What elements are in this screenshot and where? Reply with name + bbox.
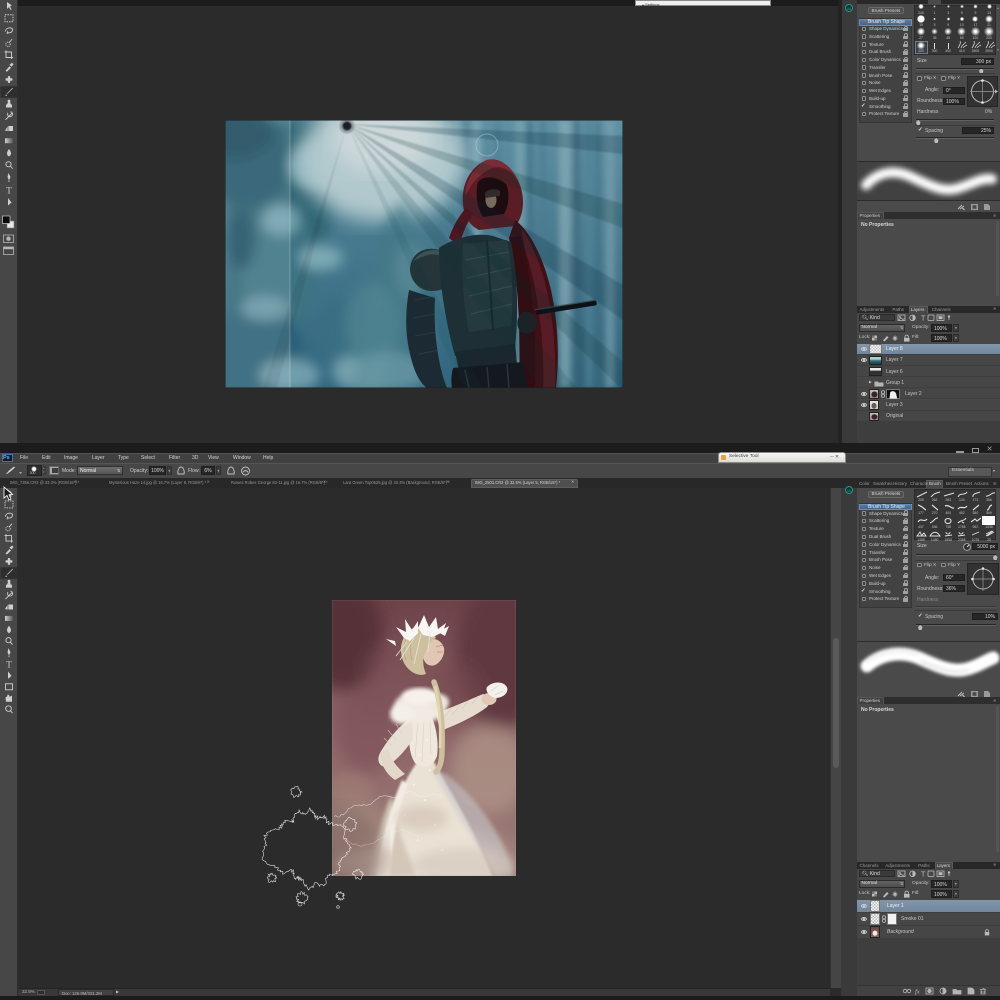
svg-text:T: T bbox=[921, 316, 926, 323]
svg-text:fx: fx bbox=[915, 989, 920, 996]
svg-text:T: T bbox=[6, 660, 12, 670]
svg-text:T: T bbox=[921, 872, 926, 879]
svg-text:T: T bbox=[6, 185, 12, 195]
